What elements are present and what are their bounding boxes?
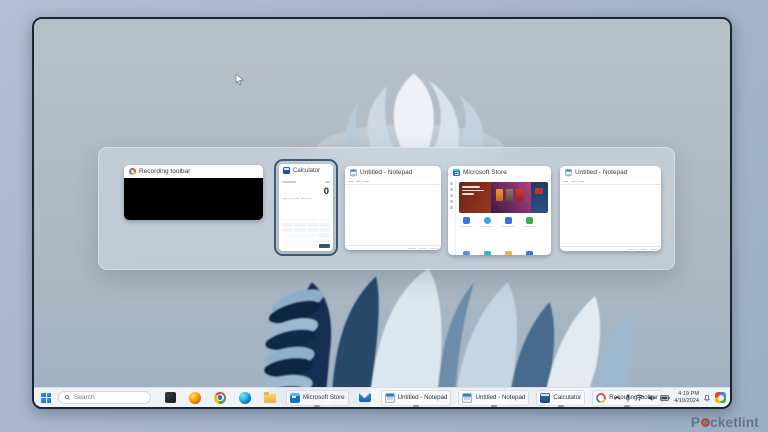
chrome-icon	[214, 391, 226, 404]
switcher-card-calculator[interactable]: Calculator 0	[279, 164, 333, 251]
calc-equals-key	[318, 243, 330, 248]
calculator-icon	[283, 167, 290, 174]
microphone-icon[interactable]	[625, 393, 631, 402]
search-icon	[65, 395, 70, 400]
taskbar-file-explorer[interactable]	[261, 390, 279, 406]
edge-icon	[239, 391, 251, 404]
calc-button-grid	[282, 218, 330, 248]
switcher-card-notepad-1[interactable]: Untitled - Notepad	[345, 166, 441, 250]
speaker-icon[interactable]	[648, 394, 656, 402]
store-app-row-2	[459, 251, 548, 255]
card-title: Calculator	[293, 167, 321, 174]
clock-date: 4/10/2024	[674, 397, 699, 404]
open-window-indicator	[490, 405, 497, 407]
card-title: Untitled - Notepad	[360, 169, 413, 176]
notepad-preview	[560, 179, 661, 251]
card-title: Recording toolbar	[139, 168, 191, 175]
notepad-icon	[462, 392, 473, 403]
pocketlint-o-icon	[700, 418, 710, 427]
calculator-icon	[540, 392, 551, 403]
wifi-icon[interactable]	[635, 394, 644, 401]
file-explorer-icon	[264, 392, 276, 403]
clock-time: 4:19 PM	[678, 390, 699, 397]
calc-memory-row	[279, 198, 333, 202]
search-box[interactable]	[58, 391, 151, 404]
taskbar-button-calculator[interactable]: Calculator	[536, 389, 586, 407]
page: { "switcher": { "cards": [ { "title": "R…	[0, 0, 768, 432]
card-title: Untitled - Notepad	[575, 169, 628, 176]
notepad-icon	[565, 169, 572, 176]
recording-toolbar-icon	[596, 392, 607, 403]
notepad-icon	[384, 392, 395, 403]
card-title: Microsoft Store	[463, 169, 507, 176]
switcher-card-recording-toolbar[interactable]: Recording toolbar	[124, 165, 263, 220]
monitor-screen: Recording toolbar Calculator 0 Untitled …	[32, 17, 732, 409]
mail-icon	[358, 393, 371, 402]
pinned-app-dark[interactable]	[162, 390, 179, 406]
notepad-preview	[345, 179, 441, 250]
taskbar-mail[interactable]	[356, 390, 374, 406]
open-window-indicator	[314, 405, 321, 407]
tray-clock[interactable]: 4:19 PM 4/10/2024	[674, 391, 699, 404]
microsoft-store-icon	[290, 392, 300, 403]
taskbar-button-notepad-1[interactable]: Untitled - Notepad	[380, 389, 452, 407]
store-app-row	[459, 217, 548, 227]
taskbar: Microsoft Store Untitled - Notepad Untit…	[34, 387, 730, 407]
battery-icon[interactable]	[660, 394, 670, 401]
pocketlint-logo: P cketlint	[690, 415, 759, 430]
calc-history-bar	[325, 181, 330, 183]
dark-app-icon	[165, 392, 176, 403]
calc-menu-bar	[282, 181, 296, 183]
switcher-card-notepad-2[interactable]: Untitled - Notepad	[560, 166, 661, 251]
microsoft-store-icon	[453, 169, 460, 176]
task-switcher-panel: Recording toolbar Calculator 0 Untitled …	[98, 147, 675, 270]
open-window-indicator	[557, 405, 564, 407]
firefox-icon	[189, 391, 201, 404]
open-window-indicator	[413, 405, 420, 407]
search-input[interactable]	[74, 394, 144, 401]
taskbar-edge[interactable]	[236, 390, 254, 406]
selected-card-ring: Calculator 0	[274, 159, 338, 256]
bell-icon[interactable]	[703, 394, 711, 402]
store-preview	[448, 179, 551, 255]
notepad-icon	[350, 169, 357, 176]
tray-chevron-up-icon[interactable]	[614, 395, 621, 401]
taskbar-button-microsoft-store[interactable]: Microsoft Store	[286, 389, 349, 407]
copilot-icon[interactable]	[715, 392, 726, 403]
taskbar-firefox[interactable]	[186, 390, 204, 406]
recording-toolbar-icon	[129, 168, 136, 175]
taskbar-chrome[interactable]	[211, 390, 229, 406]
switcher-card-microsoft-store[interactable]: Microsoft Store	[448, 166, 551, 255]
recording-toolbar-preview	[124, 178, 263, 220]
taskbar-button-notepad-2[interactable]: Untitled - Notepad	[458, 389, 530, 407]
start-button[interactable]	[41, 392, 51, 403]
store-hero-banner	[459, 182, 548, 213]
calc-display-value: 0	[323, 186, 329, 197]
calculator-preview: 0	[279, 177, 333, 251]
mouse-cursor	[235, 74, 244, 85]
